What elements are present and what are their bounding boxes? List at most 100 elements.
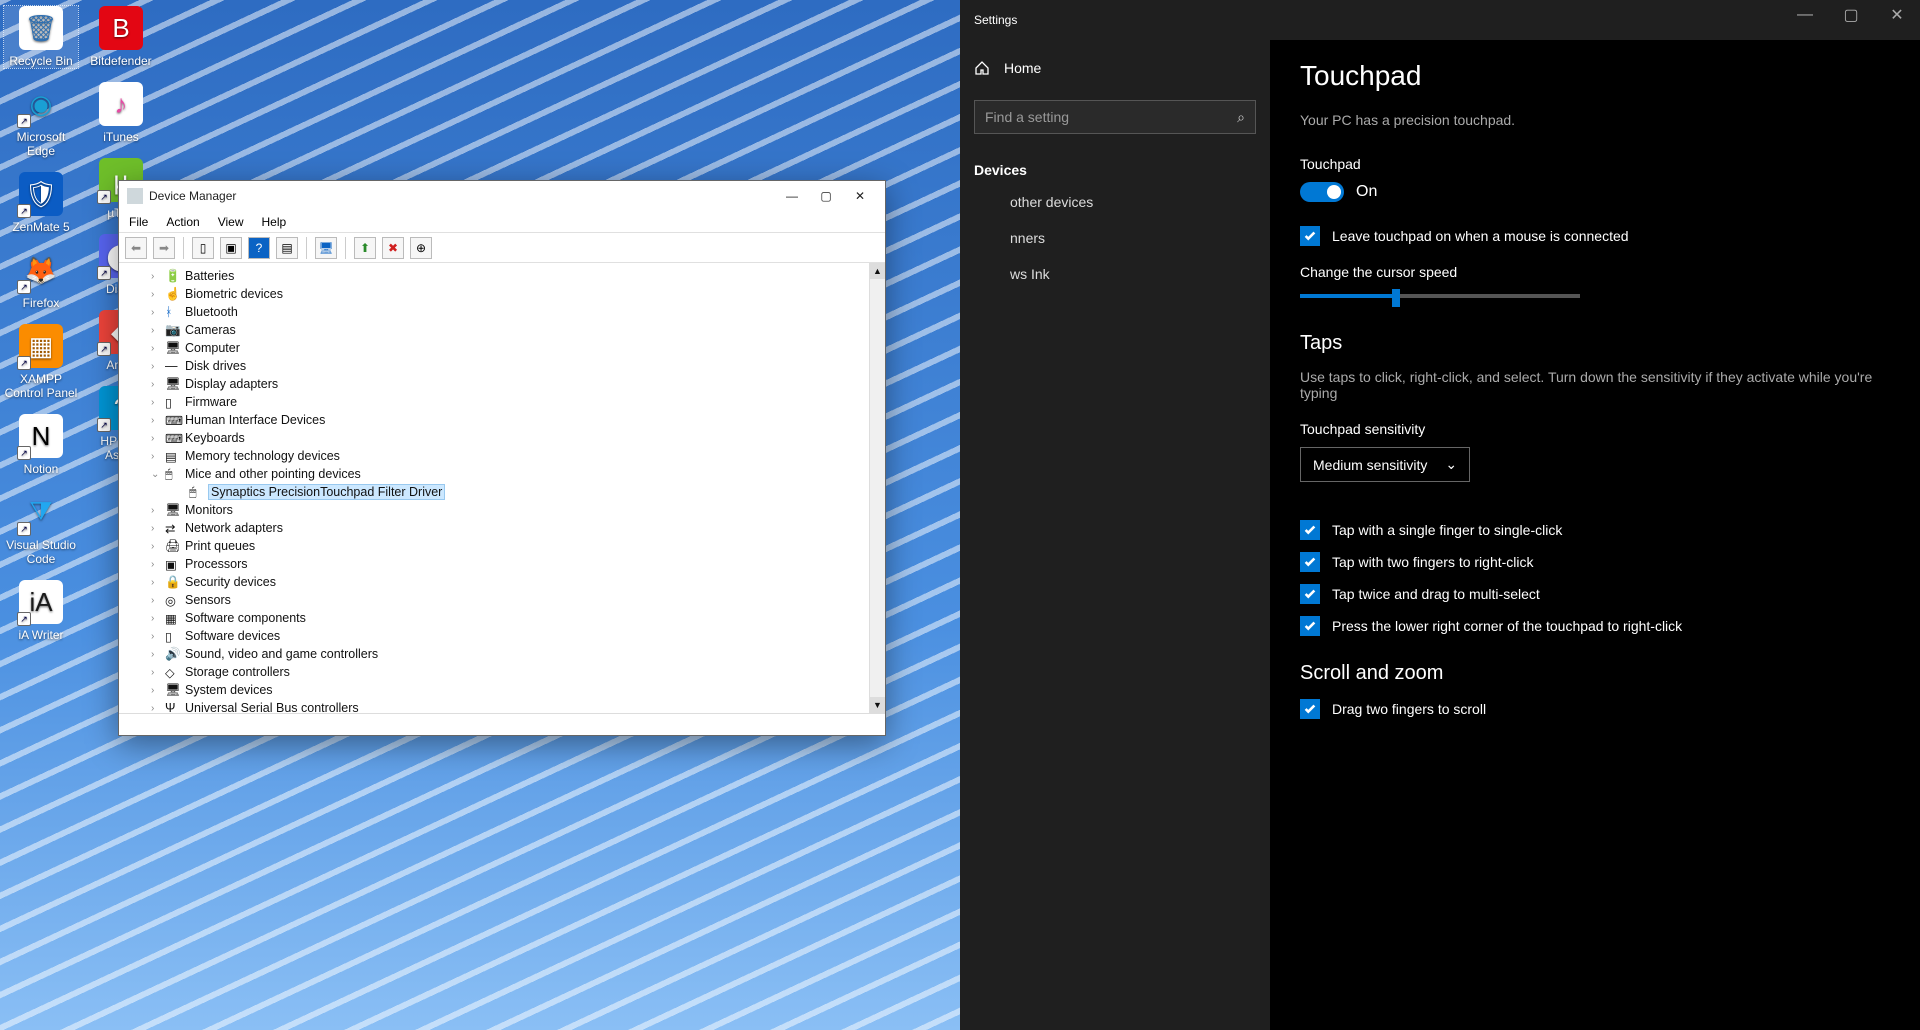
desktop-icon-zenmate-5[interactable]: 🛡↗ZenMate 5 — [4, 172, 78, 234]
enable-button[interactable]: ⬆ — [354, 237, 376, 259]
tree-node[interactable]: ›—Disk drives — [127, 357, 885, 375]
cursor-speed-slider[interactable] — [1300, 294, 1580, 298]
desktop-icon-microsoft-edge[interactable]: ◉↗Microsoft Edge — [4, 82, 78, 158]
menu-file[interactable]: File — [129, 215, 148, 229]
close-button[interactable]: ✕ — [1874, 0, 1920, 30]
checkbox-two-finger[interactable] — [1300, 552, 1320, 572]
chk4-label: Press the lower right corner of the touc… — [1332, 618, 1682, 634]
tree-node[interactable]: ›🖥Monitors — [127, 501, 885, 519]
dm-titlebar[interactable]: Device Manager ― ▢ ✕ — [119, 181, 885, 211]
touchpad-toggle[interactable] — [1300, 182, 1344, 202]
search-input[interactable]: Find a setting ⌕ — [974, 100, 1256, 134]
home-icon — [974, 60, 990, 76]
scan-button[interactable]: ▤ — [276, 237, 298, 259]
properties-button[interactable]: ▣ — [220, 237, 242, 259]
maximize-button[interactable]: ▢ — [1828, 0, 1874, 30]
chk2-label: Tap with two fingers to right-click — [1332, 554, 1534, 570]
tree-node[interactable]: ›⌨Keyboards — [127, 429, 885, 447]
chevron-down-icon: ⌄ — [1445, 456, 1457, 473]
tree-node[interactable]: ›📷Cameras — [127, 321, 885, 339]
device-tree[interactable]: ›🔋Batteries›☝Biometric devices›ᚼBluetoot… — [119, 263, 885, 713]
dm-toolbar: ⬅ ➡ ▯ ▣ ? ▤ 🖥 ⬆ ✖ ⊕ — [119, 233, 885, 263]
desktop-icon-recycle-bin[interactable]: 🗑Recycle Bin — [4, 6, 78, 68]
sensitivity-label: Touchpad sensitivity — [1300, 421, 1890, 437]
tree-node[interactable]: ›◎Sensors — [127, 591, 885, 609]
tree-node[interactable]: ›▯Software devices — [127, 627, 885, 645]
dm-close-button[interactable]: ✕ — [843, 184, 877, 208]
taps-heading: Taps — [1300, 332, 1890, 355]
minimize-button[interactable]: ― — [1782, 0, 1828, 30]
settings-content: Touchpad Your PC has a precision touchpa… — [1270, 0, 1920, 1030]
tree-node[interactable]: ›ᚼBluetooth — [127, 303, 885, 321]
tree-node[interactable]: ›🖥Display adapters — [127, 375, 885, 393]
leave-on-label: Leave touchpad on when a mouse is connec… — [1332, 228, 1629, 244]
nav-item[interactable]: ws Ink — [960, 256, 1270, 292]
tree-node[interactable]: ›☝Biometric devices — [127, 285, 885, 303]
chk5-label: Drag two fingers to scroll — [1332, 701, 1486, 717]
tree-node[interactable]: ›▣Processors — [127, 555, 885, 573]
dm-minimize-button[interactable]: ― — [775, 184, 809, 208]
precision-text: Your PC has a precision touchpad. — [1300, 112, 1890, 128]
nav-section-devices: Devices — [960, 148, 1270, 184]
toggle-state: On — [1356, 183, 1377, 201]
nav-item[interactable]: other devices — [960, 184, 1270, 220]
dm-menubar: File Action View Help — [119, 211, 885, 233]
tree-node[interactable]: ›⇄Network adapters — [127, 519, 885, 537]
settings-window: Settings ― ▢ ✕ Home Find a setting ⌕ Dev… — [960, 0, 1920, 1030]
tree-node[interactable]: ›🔊Sound, video and game controllers — [127, 645, 885, 663]
checkbox-tap-drag[interactable] — [1300, 584, 1320, 604]
forward-button[interactable]: ➡ — [153, 237, 175, 259]
settings-title: Settings — [974, 13, 1017, 27]
desktop-icon-bitdefender[interactable]: BBitdefender — [84, 6, 158, 68]
show-hidden-button[interactable]: ▯ — [192, 237, 214, 259]
dm-statusbar — [119, 713, 885, 735]
menu-action[interactable]: Action — [166, 215, 199, 229]
tree-node[interactable]: ›🖥Computer — [127, 339, 885, 357]
help-button[interactable]: ? — [248, 237, 270, 259]
device-manager-window: Device Manager ― ▢ ✕ FileActionViewHelp … — [118, 180, 886, 736]
checkbox-corner-click[interactable] — [1300, 616, 1320, 636]
scroll-heading: Scroll and zoom — [1300, 662, 1890, 685]
menu-view[interactable]: View — [218, 215, 244, 229]
desktop-icon-itunes[interactable]: ♪iTunes — [84, 82, 158, 144]
tree-node[interactable]: ›ΨUniversal Serial Bus controllers — [127, 699, 885, 713]
tree-node[interactable]: ›🖥System devices — [127, 681, 885, 699]
tree-node[interactable]: ›🔒Security devices — [127, 573, 885, 591]
page-title: Touchpad — [1300, 60, 1890, 92]
cursor-speed-label: Change the cursor speed — [1300, 264, 1890, 280]
settings-nav: Home Find a setting ⌕ Devices other devi… — [960, 0, 1270, 1030]
desktop-icon-visual-studio-code[interactable]: ⧩↗Visual Studio Code — [4, 490, 78, 566]
scrollbar[interactable]: ▲▼ — [869, 263, 885, 713]
menu-help[interactable]: Help — [262, 215, 287, 229]
checkbox-leave-on[interactable] — [1300, 226, 1320, 246]
dm-maximize-button[interactable]: ▢ — [809, 184, 843, 208]
tree-node[interactable]: ›🖨Print queues — [127, 537, 885, 555]
desktop-icon-notion[interactable]: N↗Notion — [4, 414, 78, 476]
update-driver-button[interactable]: 🖥 — [315, 237, 337, 259]
touchpad-label: Touchpad — [1300, 156, 1890, 172]
checkbox-two-finger-scroll[interactable] — [1300, 699, 1320, 719]
settings-titlebar[interactable]: Settings — [960, 0, 1920, 40]
nav-item[interactable]: nners — [960, 220, 1270, 256]
uninstall-button[interactable]: ✖ — [382, 237, 404, 259]
tree-node[interactable]: ›▤Memory technology devices — [127, 447, 885, 465]
sensitivity-value: Medium sensitivity — [1313, 457, 1427, 473]
tree-node[interactable]: ›⌨Human Interface Devices — [127, 411, 885, 429]
scan-changes-button[interactable]: ⊕ — [410, 237, 432, 259]
tree-node[interactable]: ›◇Storage controllers — [127, 663, 885, 681]
back-button[interactable]: ⬅ — [125, 237, 147, 259]
dm-app-icon — [127, 188, 143, 204]
desktop-icon-xampp-control-panel[interactable]: ▦↗XAMPP Control Panel — [4, 324, 78, 400]
tree-node[interactable]: ›▯Firmware — [127, 393, 885, 411]
sensitivity-combo[interactable]: Medium sensitivity ⌄ — [1300, 447, 1470, 482]
nav-home-label: Home — [1004, 60, 1041, 76]
desktop-icon-firefox[interactable]: 🦊↗Firefox — [4, 248, 78, 310]
tree-node[interactable]: ⌄🖱Mice and other pointing devices — [127, 465, 885, 483]
nav-home[interactable]: Home — [960, 50, 1270, 86]
tree-node[interactable]: 🖱Synaptics PrecisionTouchpad Filter Driv… — [127, 483, 885, 501]
checkbox-single-tap[interactable] — [1300, 520, 1320, 540]
desktop-icon-ia-writer[interactable]: iA↗iA Writer — [4, 580, 78, 642]
tree-node[interactable]: ›▦Software components — [127, 609, 885, 627]
dm-title: Device Manager — [149, 189, 236, 203]
tree-node[interactable]: ›🔋Batteries — [127, 267, 885, 285]
